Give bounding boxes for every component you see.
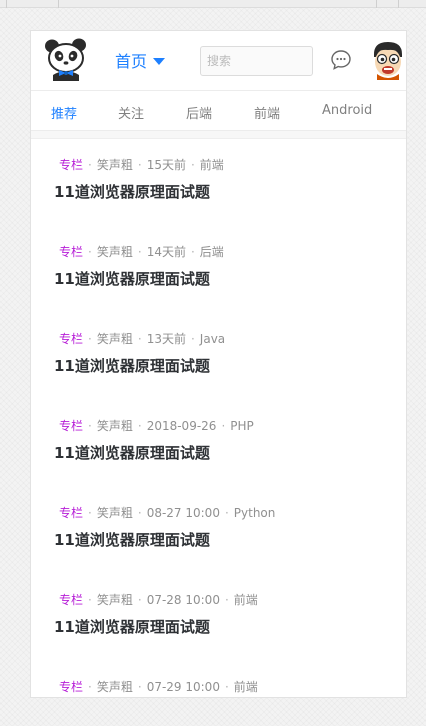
meta-separator: · [88,505,92,520]
article-title[interactable]: 11道浏览器原理面试题 [54,442,210,463]
article-title[interactable]: 11道浏览器原理面试题 [54,181,210,202]
article-category[interactable]: 后端 [200,243,224,260]
article-meta: 专栏 · 笑声粗 · 15天前 · 前端 [59,156,224,173]
meta-separator: · [137,331,142,346]
article-meta: 专栏 · 笑声粗 · 13天前 · Java [59,330,225,347]
article-time: 07-29 10:00 [146,679,220,694]
article-item[interactable]: 专栏 · 笑声粗 · 15天前 · 前端 11道浏览器原理面试题 [31,140,406,227]
meta-separator: · [224,592,229,607]
column-tag[interactable]: 专栏 [59,678,83,695]
article-title[interactable]: 11道浏览器原理面试题 [54,616,210,637]
meta-separator: · [88,592,92,607]
tab-recommended[interactable]: 推荐 [51,103,77,122]
article-item[interactable]: 专栏 · 笑声粗 · 08-27 10:00 · Python 11道浏览器原理… [31,488,406,575]
article-item[interactable]: 专栏 · 笑声粗 · 13天前 · Java 11道浏览器原理面试题 [31,314,406,401]
article-time: 08-27 10:00 [146,505,220,520]
meta-separator: · [137,505,142,520]
article-time: 2018-09-26 [146,418,217,433]
meta-separator: · [88,418,92,433]
meta-separator: · [190,244,195,259]
strip-tick [398,0,399,8]
article-category[interactable]: Python [234,506,276,520]
meta-separator: · [137,418,142,433]
mobile-frame: 首页 推荐 关注 后端 前端 Android [30,30,407,698]
meta-separator: · [137,592,142,607]
article-meta: 专栏 · 笑声粗 · 07-29 10:00 · 前端 [59,678,258,695]
meta-separator: · [190,331,195,346]
article-title[interactable]: 11道浏览器原理面试题 [54,355,210,376]
article-item[interactable]: 专栏 · 笑声粗 · 14天前 · 后端 11道浏览器原理面试题 [31,227,406,314]
column-tag[interactable]: 专栏 [59,156,83,173]
article-author[interactable]: 笑声粗 [97,156,133,173]
strip-tick [376,0,377,8]
article-author[interactable]: 笑声粗 [97,504,133,521]
cartoon-avatar[interactable] [368,40,407,80]
chevron-down-icon [153,57,166,65]
meta-separator: · [190,157,195,172]
home-dropdown[interactable]: 首页 [115,49,166,71]
article-time: 07-28 10:00 [146,592,220,607]
article-author[interactable]: 笑声粗 [97,678,133,695]
article-time: 15天前 [146,158,186,172]
meta-separator: · [224,505,229,520]
panda-logo-icon[interactable] [43,37,91,83]
article-category[interactable]: PHP [230,419,254,433]
article-meta: 专栏 · 笑声粗 · 08-27 10:00 · Python [59,504,275,521]
article-item[interactable]: 专栏 · 笑声粗 · 07-28 10:00 · 前端 11道浏览器原理面试题 [31,575,406,662]
article-category[interactable]: 前端 [200,156,224,173]
article-author[interactable]: 笑声粗 [97,591,133,608]
article-time: 14天前 [146,245,186,259]
meta-separator: · [88,244,92,259]
column-tag[interactable]: 专栏 [59,330,83,347]
strip-tick [58,0,59,8]
article-category[interactable]: 前端 [234,678,258,695]
tabs-divider [31,131,406,139]
meta-separator: · [88,331,92,346]
tab-frontend[interactable]: 前端 [254,103,280,122]
meta-separator: · [88,157,92,172]
chat-bubble-icon[interactable] [330,49,352,71]
article-meta: 专栏 · 笑声粗 · 07-28 10:00 · 前端 [59,591,258,608]
column-tag[interactable]: 专栏 [59,243,83,260]
app-header: 首页 [31,31,406,91]
column-tag[interactable]: 专栏 [59,417,83,434]
tab-backend[interactable]: 后端 [186,103,212,122]
meta-separator: · [137,679,142,694]
home-nav-label: 首页 [115,52,148,71]
article-meta: 专栏 · 笑声粗 · 14天前 · 后端 [59,243,224,260]
meta-separator: · [224,679,229,694]
channel-tabs: 推荐 关注 后端 前端 Android [31,91,406,131]
article-title[interactable]: 11道浏览器原理面试题 [54,529,210,550]
article-author[interactable]: 笑声粗 [97,330,133,347]
article-item[interactable]: 专栏 · 笑声粗 · 07-29 10:00 · 前端 [31,662,406,697]
article-author[interactable]: 笑声粗 [97,417,133,434]
article-time: 13天前 [146,332,186,346]
column-tag[interactable]: 专栏 [59,591,83,608]
article-meta: 专栏 · 笑声粗 · 2018-09-26 · PHP [59,417,254,434]
search-input[interactable] [200,46,313,76]
meta-separator: · [137,244,142,259]
article-category[interactable]: 前端 [234,591,258,608]
meta-separator: · [88,679,92,694]
tab-following[interactable]: 关注 [118,103,144,122]
column-tag[interactable]: 专栏 [59,504,83,521]
browser-top-strip [0,0,426,8]
strip-tick [6,0,7,8]
meta-separator: · [221,418,226,433]
article-item[interactable]: 专栏 · 笑声粗 · 2018-09-26 · PHP 11道浏览器原理面试题 [31,401,406,488]
article-title[interactable]: 11道浏览器原理面试题 [54,268,210,289]
article-author[interactable]: 笑声粗 [97,243,133,260]
tab-android[interactable]: Android [322,103,372,118]
article-category[interactable]: Java [200,332,225,346]
meta-separator: · [137,157,142,172]
